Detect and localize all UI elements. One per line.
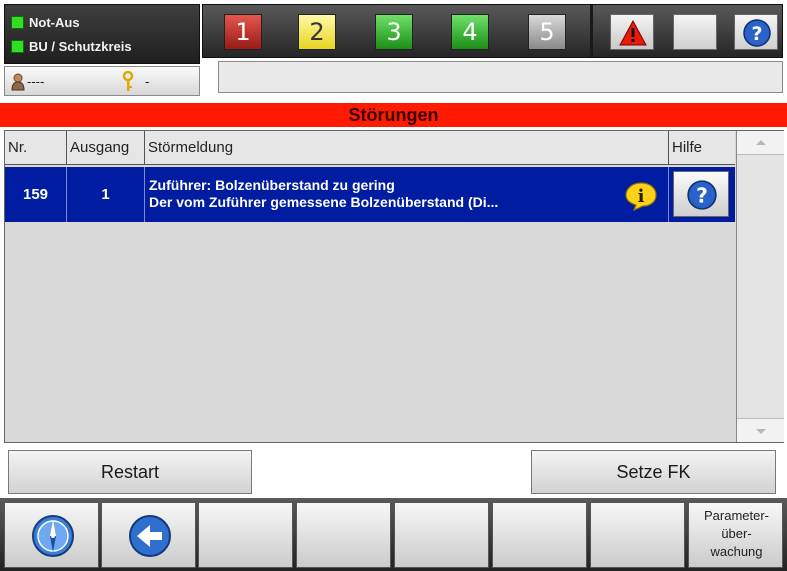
parameter-ueberwachung-label: Parameter- über- wachung xyxy=(689,507,784,561)
status-bu-schutzkreis: BU / Schutzkreis xyxy=(11,37,132,55)
nav-empty-button[interactable] xyxy=(492,502,587,568)
fault-table: Nr. Ausgang Störmeldung Hilfe 159 1 Zufü… xyxy=(4,130,784,443)
info-icon[interactable]: i xyxy=(624,181,658,215)
status-label: BU / Schutzkreis xyxy=(29,38,132,54)
station-1-button[interactable]: 1 xyxy=(224,14,262,50)
svg-text:?: ? xyxy=(751,23,762,45)
status-led xyxy=(11,15,24,29)
nav-empty-button[interactable] xyxy=(590,502,685,568)
page-title: Störungen xyxy=(0,103,787,127)
svg-text:i: i xyxy=(638,186,645,207)
compass-button[interactable] xyxy=(4,502,99,568)
table-header: Nr. Ausgang Störmeldung Hilfe xyxy=(5,131,735,165)
svg-text:?: ? xyxy=(696,183,708,207)
user-panel[interactable]: ---- - xyxy=(4,66,200,96)
setze-fk-button[interactable]: Setze FK xyxy=(531,450,776,494)
nav-empty-button[interactable] xyxy=(394,502,489,568)
scroll-up-button[interactable] xyxy=(737,131,784,155)
column-header-nr: Nr. xyxy=(5,131,67,165)
message-field xyxy=(218,61,783,93)
status-panel: Not-Aus BU / Schutzkreis xyxy=(4,4,200,64)
user-icon xyxy=(11,73,25,96)
vertical-scrollbar[interactable] xyxy=(736,131,784,442)
label-line: Parameter- xyxy=(703,508,770,523)
status-label: Not-Aus xyxy=(29,14,80,30)
fault-description: Der vom Zuführer gemessene Bolzenübersta… xyxy=(149,194,499,210)
table-row[interactable]: 159 1 Zuführer: Bolzenüberstand zu gerin… xyxy=(5,167,735,222)
nav-empty-button[interactable] xyxy=(296,502,391,568)
station-2-button[interactable]: 2 xyxy=(298,14,336,50)
blank-button[interactable] xyxy=(673,14,717,50)
status-led xyxy=(11,39,24,53)
help-icon: ? xyxy=(743,19,771,47)
cell-stoermeldung: Zuführer: Bolzenüberstand zu gering Der … xyxy=(145,167,669,222)
station-4-button[interactable]: 4 xyxy=(451,14,489,50)
station-3-button[interactable]: 3 xyxy=(375,14,413,50)
label-line: wachung xyxy=(710,544,763,559)
help-button[interactable]: ? xyxy=(734,14,778,50)
warning-icon xyxy=(619,20,647,46)
fault-title: Zuführer: Bolzenüberstand zu gering xyxy=(149,177,395,193)
help-icon: ? xyxy=(687,180,717,210)
status-not-aus: Not-Aus xyxy=(11,13,80,31)
label-line: über- xyxy=(721,526,752,541)
cell-ausgang: 1 xyxy=(67,167,145,222)
toolbar: 1 2 3 4 5 ? xyxy=(202,4,783,58)
row-help-button[interactable]: ? xyxy=(673,171,729,217)
back-button[interactable] xyxy=(101,502,196,568)
key-icon xyxy=(121,70,135,98)
parameter-ueberwachung-button[interactable]: Parameter- über- wachung xyxy=(688,502,783,568)
user-name: ---- xyxy=(27,74,45,89)
column-header-ausgang: Ausgang xyxy=(67,131,145,165)
compass-icon xyxy=(32,515,74,557)
scroll-down-button[interactable] xyxy=(737,418,784,442)
alarm-button[interactable] xyxy=(610,14,654,50)
cell-hilfe: ? xyxy=(669,167,735,222)
restart-button[interactable]: Restart xyxy=(8,450,252,494)
bottom-nav: Parameter- über- wachung xyxy=(0,498,787,571)
back-arrow-icon xyxy=(129,515,171,557)
toolbar-divider xyxy=(590,5,593,57)
column-header-hilfe: Hilfe xyxy=(672,139,703,156)
cell-nr: 159 xyxy=(5,167,67,222)
station-5-button[interactable]: 5 xyxy=(528,14,566,50)
access-level: - xyxy=(145,74,150,89)
column-header-stoermeldung: Störmeldung xyxy=(145,131,669,165)
nav-empty-button[interactable] xyxy=(198,502,293,568)
